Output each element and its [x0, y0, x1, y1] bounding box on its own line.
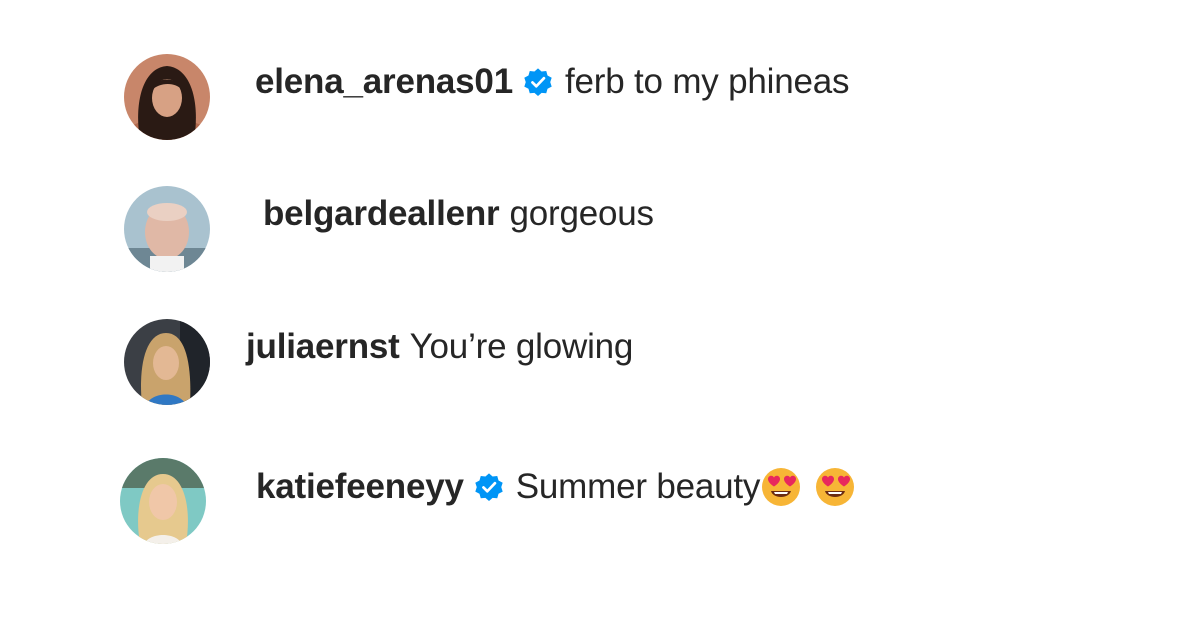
comment-line: belgardeallenr gorgeous — [263, 194, 654, 234]
avatar[interactable] — [120, 458, 206, 544]
comment-line: juliaernst You’re glowing — [246, 327, 633, 367]
profile-photo-icon — [120, 458, 206, 544]
username[interactable]: belgardeallenr — [263, 194, 500, 234]
username[interactable]: juliaernst — [246, 327, 400, 367]
comment-line: elena_arenas01 ferb to my phineas — [255, 62, 850, 102]
profile-photo-icon — [124, 54, 210, 140]
comment-text: gorgeous — [509, 194, 654, 233]
avatar[interactable] — [124, 54, 210, 140]
profile-photo-icon — [124, 319, 210, 405]
heart-eyes-emoji-icon — [760, 466, 802, 508]
comment-row: juliaernst You’re glowing — [0, 303, 1200, 405]
comment-text: Summer beauty — [515, 467, 761, 506]
comment-row: belgardeallenr gorgeous — [0, 168, 1200, 272]
avatar[interactable] — [124, 186, 210, 272]
profile-photo-icon — [124, 186, 210, 272]
username[interactable]: elena_arenas01 — [255, 62, 513, 102]
comment-row: elena_arenas01 ferb to my phineas — [0, 36, 1200, 140]
verified-badge-icon — [521, 65, 555, 99]
comment-row: katiefeeneyy Summer beauty — [0, 442, 1200, 544]
username[interactable]: katiefeeneyy — [256, 467, 464, 507]
avatar[interactable] — [124, 319, 210, 405]
heart-eyes-emoji-icon — [814, 466, 856, 508]
comment-text: You’re glowing — [409, 327, 634, 366]
comment-text: ferb to my phineas — [564, 62, 850, 101]
comment-line: katiefeeneyy Summer beauty — [256, 466, 856, 508]
verified-badge-icon — [472, 470, 506, 504]
